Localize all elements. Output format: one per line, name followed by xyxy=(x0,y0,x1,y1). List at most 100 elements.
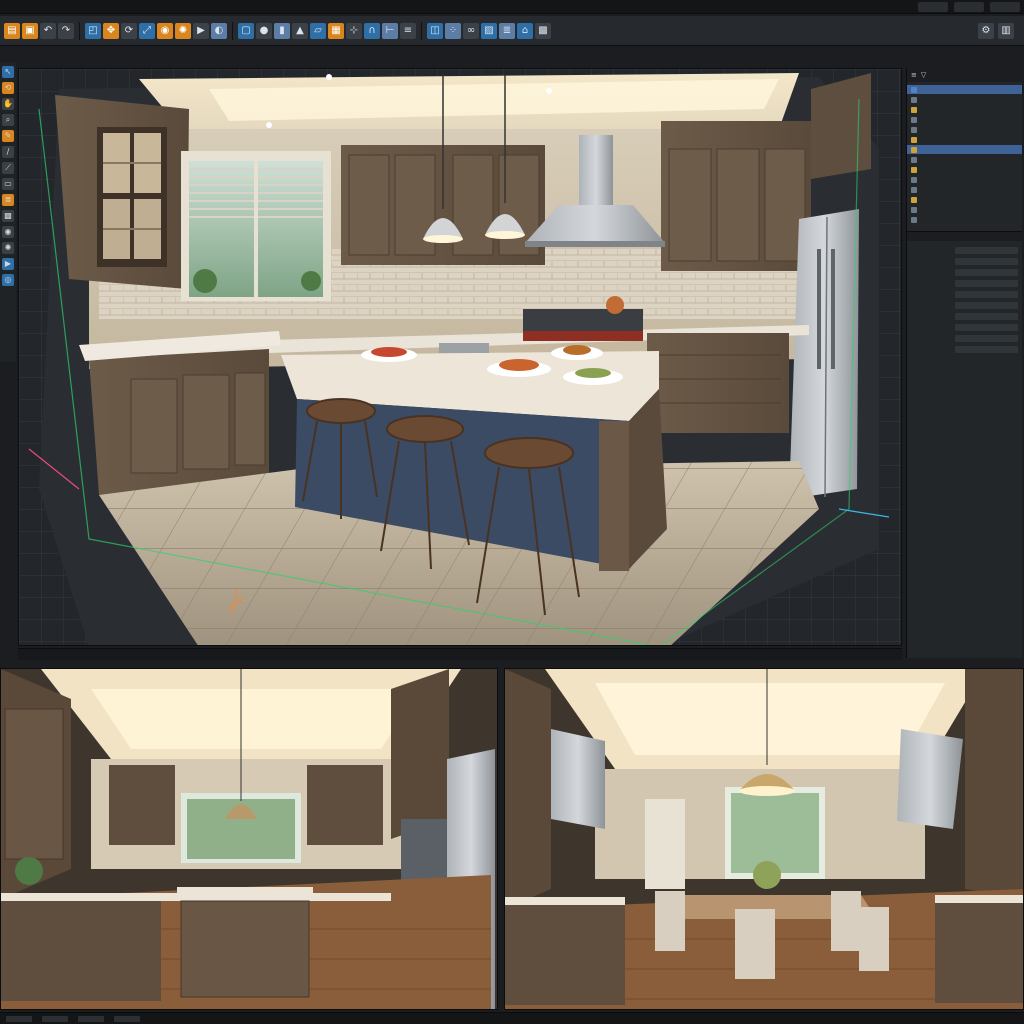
property-field[interactable] xyxy=(955,280,1018,287)
mirror-icon[interactable]: ◫ xyxy=(427,22,443,39)
orbit-icon[interactable]: ⟲ xyxy=(2,82,14,94)
property-row[interactable] xyxy=(907,344,1022,355)
property-row[interactable] xyxy=(907,278,1022,289)
property-field[interactable] xyxy=(955,247,1018,254)
property-row[interactable] xyxy=(907,333,1022,344)
property-field[interactable] xyxy=(955,346,1018,353)
object-icon xyxy=(911,136,917,143)
redo-icon[interactable]: ↷ xyxy=(58,22,74,39)
property-field[interactable] xyxy=(955,313,1018,320)
grid-icon[interactable]: ▦ xyxy=(328,22,344,39)
kitchen-window xyxy=(181,151,331,301)
camera-icon[interactable]: ◉ xyxy=(157,22,173,39)
select-icon[interactable]: ◰ xyxy=(85,22,101,39)
settings-icon[interactable]: ⚙ xyxy=(978,22,994,39)
filter-icon[interactable]: ▽ xyxy=(921,71,926,79)
outliner-item[interactable] xyxy=(907,215,1022,224)
outliner-item[interactable] xyxy=(907,105,1022,114)
panel-menu-icon[interactable]: ≡ xyxy=(911,71,917,79)
outliner-item[interactable] xyxy=(907,205,1022,214)
property-field[interactable] xyxy=(955,324,1018,331)
scale-icon[interactable]: ⤢ xyxy=(139,22,155,39)
sphere-icon[interactable]: ● xyxy=(256,22,272,39)
pen-icon[interactable]: ✎ xyxy=(2,130,14,142)
object-icon xyxy=(911,106,917,113)
render-view-left[interactable] xyxy=(0,668,498,1010)
array-icon[interactable]: ⁘ xyxy=(445,22,461,39)
material-icon[interactable]: ◐ xyxy=(211,22,227,39)
property-row[interactable] xyxy=(907,256,1022,267)
save-icon[interactable]: ▣ xyxy=(22,22,38,39)
cone-icon[interactable]: ▲ xyxy=(292,22,308,39)
link-icon[interactable]: ∞ xyxy=(463,22,479,39)
view-icon[interactable]: ◎ xyxy=(2,274,14,286)
outliner-item[interactable] xyxy=(907,165,1022,174)
cube-icon[interactable]: ▢ xyxy=(238,22,254,39)
texture-icon[interactable]: ▩ xyxy=(2,210,14,222)
outliner-item[interactable] xyxy=(907,195,1022,204)
property-row[interactable] xyxy=(907,322,1022,333)
render-view-right[interactable] xyxy=(504,668,1024,1010)
scene-outliner[interactable] xyxy=(907,82,1022,227)
perspective-viewport[interactable] xyxy=(18,68,902,646)
property-field[interactable] xyxy=(955,291,1018,298)
object-icon xyxy=(911,146,917,153)
move-icon[interactable]: ✥ xyxy=(103,22,119,39)
cursor-icon[interactable]: ↖ xyxy=(2,66,14,78)
property-row[interactable] xyxy=(907,289,1022,300)
property-field[interactable] xyxy=(955,258,1018,265)
eraser-icon[interactable]: ▭ xyxy=(2,178,14,190)
pan-icon[interactable]: ✋ xyxy=(2,98,14,110)
outliner-item[interactable] xyxy=(907,155,1022,164)
outliner-item[interactable] xyxy=(907,135,1022,144)
folder-icon[interactable]: ▤ xyxy=(4,22,20,39)
plane-icon[interactable]: ▱ xyxy=(310,22,326,39)
property-field[interactable] xyxy=(955,335,1018,342)
measure-icon[interactable]: ⊢ xyxy=(382,22,398,39)
property-field[interactable] xyxy=(955,269,1018,276)
timeline-ruler[interactable] xyxy=(18,648,902,660)
outliner-item[interactable] xyxy=(907,95,1022,104)
light-tool-icon[interactable]: ✺ xyxy=(2,242,14,254)
window-maximize-button[interactable] xyxy=(954,2,984,12)
timeline-ticks xyxy=(18,649,902,660)
property-row[interactable] xyxy=(907,300,1022,311)
window-minimize-button[interactable] xyxy=(918,2,948,12)
outliner-item[interactable] xyxy=(907,145,1022,154)
light-icon[interactable]: ✺ xyxy=(175,22,191,39)
window-close-button[interactable] xyxy=(990,2,1020,12)
layers-tool-icon[interactable]: ≣ xyxy=(2,194,14,206)
rotate-icon[interactable]: ⟳ xyxy=(121,22,137,39)
property-row[interactable] xyxy=(907,267,1022,278)
image-icon[interactable]: ▨ xyxy=(481,22,497,39)
scene-icon[interactable]: ▩ xyxy=(535,22,551,39)
snap-icon[interactable]: ⊹ xyxy=(346,22,362,39)
camera-tool-icon[interactable]: ◉ xyxy=(2,226,14,238)
property-row[interactable] xyxy=(907,245,1022,256)
property-row[interactable] xyxy=(907,311,1022,322)
undo-icon[interactable]: ↶ xyxy=(40,22,56,39)
outliner-item[interactable] xyxy=(907,125,1022,134)
knife-icon[interactable]: ⟋ xyxy=(2,162,14,174)
outliner-item[interactable] xyxy=(907,115,1022,124)
object-icon xyxy=(911,126,917,133)
layers-icon[interactable]: ≣ xyxy=(499,22,515,39)
toolbar-divider xyxy=(79,21,80,40)
outliner-item[interactable] xyxy=(907,185,1022,194)
property-field[interactable] xyxy=(955,302,1018,309)
outliner-item[interactable] xyxy=(907,175,1022,184)
layout-icon[interactable]: ▥ xyxy=(998,22,1014,39)
render-icon[interactable]: ▶ xyxy=(193,22,209,39)
render-tool-icon[interactable]: ▶ xyxy=(2,258,14,270)
outliner-item[interactable] xyxy=(907,85,1022,94)
magnet-icon[interactable]: ∩ xyxy=(364,22,380,39)
cylinder-icon[interactable]: ▮ xyxy=(274,22,290,39)
home-icon[interactable]: ⌂ xyxy=(517,22,533,39)
align-icon[interactable]: ≡ xyxy=(400,22,416,39)
main-toolbar: ▤ ▣ ↶ ↷ ◰ ✥ ⟳ ⤢ ◉ ✺ ▶ ◐ ▢ ● ▮ ▲ ▱ ▦ ⊹ ∩ … xyxy=(0,16,1024,46)
app-window: ▤ ▣ ↶ ↷ ◰ ✥ ⟳ ⤢ ◉ ✺ ▶ ◐ ▢ ● ▮ ▲ ▱ ▦ ⊹ ∩ … xyxy=(0,0,1024,1024)
brush-icon[interactable]: ∕ xyxy=(2,146,14,158)
toolbar-divider xyxy=(421,21,422,40)
zoom-icon[interactable]: ⌕ xyxy=(2,114,14,126)
object-icon xyxy=(911,186,917,193)
